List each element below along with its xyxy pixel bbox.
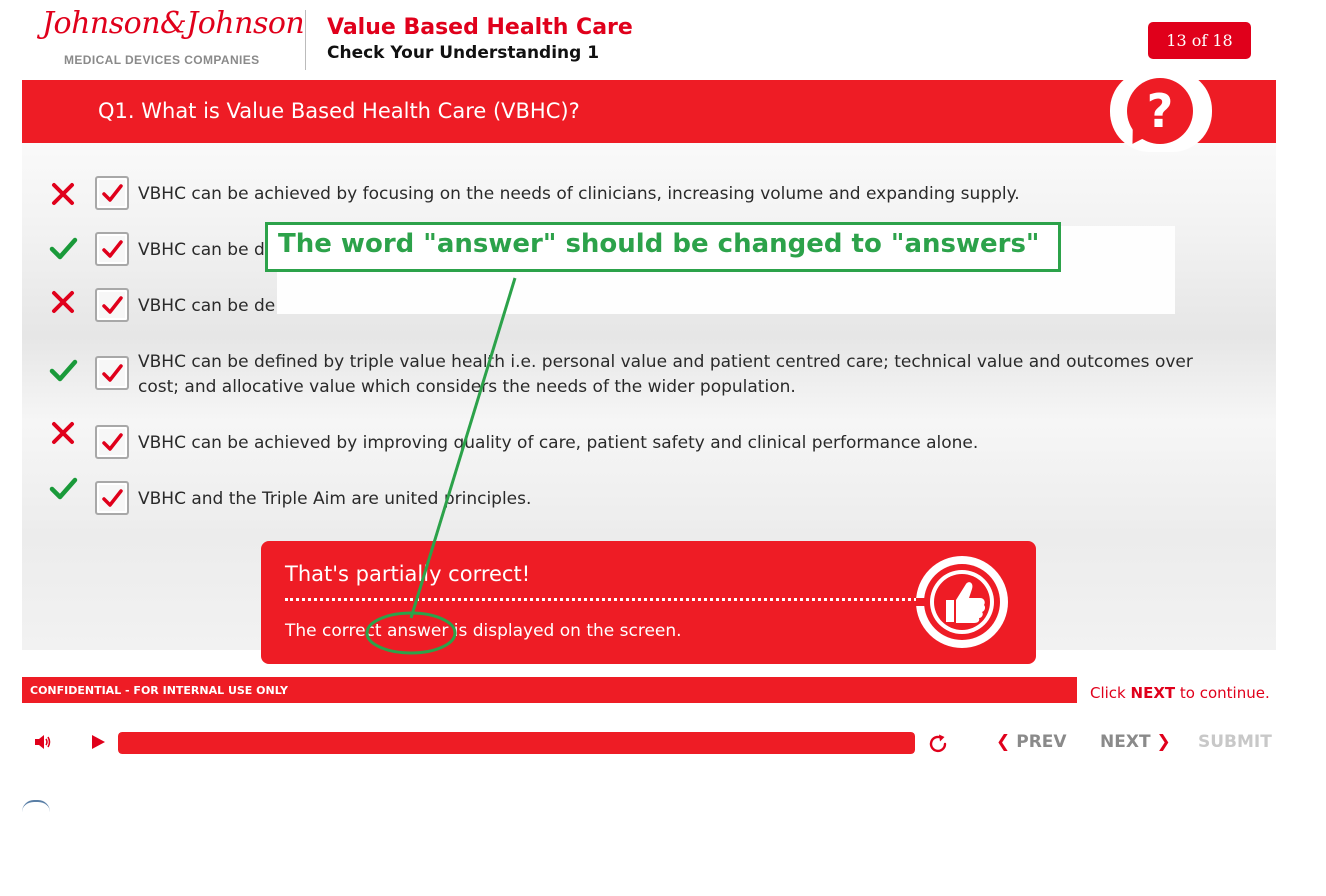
answer-checkbox[interactable] (95, 481, 129, 515)
incorrect-x-icon (52, 291, 74, 313)
checkmark-icon (102, 364, 123, 382)
play-icon[interactable] (89, 733, 107, 751)
question-mark-icon[interactable]: ? (1127, 78, 1193, 144)
answer-text: VBHC can be achieved by improving qualit… (138, 433, 979, 453)
correct-check-icon (49, 359, 78, 382)
logo-subtitle: MEDICAL DEVICES COMPANIES (64, 53, 260, 67)
prev-button[interactable]: ❮ PREV (996, 732, 1067, 752)
confidential-label: CONFIDENTIAL - FOR INTERNAL USE ONLY (30, 684, 288, 697)
question-text: Q1. What is Value Based Health Care (VBH… (98, 99, 580, 123)
logo-wordmark: Johnson&Johnson (42, 6, 305, 41)
answer-text: VBHC can be achieved by focusing on the … (138, 184, 1020, 204)
prev-label: PREV (1016, 732, 1067, 752)
answer-checkbox[interactable] (95, 425, 129, 459)
answer-text: VBHC and the Triple Aim are united princ… (138, 489, 532, 509)
correct-check-icon (49, 237, 78, 260)
brand-logo: Johnson&Johnson MEDICAL DEVICES COMPANIE… (40, 6, 305, 72)
answer-checkbox[interactable] (95, 232, 129, 266)
continue-hint: Click NEXT to continue. (1090, 684, 1270, 702)
answer-checkbox[interactable] (95, 288, 129, 322)
submit-button[interactable]: SUBMIT (1198, 732, 1272, 752)
checkmark-icon (102, 489, 123, 507)
checkmark-icon (102, 184, 123, 202)
submit-label: SUBMIT (1198, 732, 1272, 752)
course-title: Value Based Health Care (327, 15, 633, 40)
checkmark-icon (102, 296, 123, 314)
answer-text-line-2: cost; and allocative value which conside… (138, 377, 796, 397)
answer-text: VBHC can be de (138, 296, 276, 316)
chevron-left-icon: ❮ (996, 732, 1011, 752)
next-label: NEXT (1100, 732, 1151, 752)
feedback-body: The correct answer is displayed on the s… (285, 621, 682, 641)
answer-text-line-1: VBHC can be defined by triple value heal… (138, 352, 1193, 372)
correct-check-icon (49, 477, 78, 500)
checkmark-icon (102, 240, 123, 258)
incorrect-x-icon (52, 183, 74, 205)
answer-checkbox[interactable] (95, 356, 129, 390)
thumbs-up-icon (916, 556, 1008, 648)
answer-text: VBHC can be de (138, 240, 276, 260)
progress-fill (118, 732, 915, 754)
answer-checkbox[interactable] (95, 176, 129, 210)
header-divider (305, 10, 306, 70)
next-button[interactable]: NEXT ❯ (1100, 732, 1171, 752)
checkmark-icon (102, 433, 123, 451)
continue-suffix: to continue. (1175, 684, 1270, 702)
speaker-icon[interactable] (33, 732, 53, 752)
corner-glyph (22, 800, 50, 812)
feedback-title: That's partially correct! (285, 562, 531, 586)
annotation-comment: The word "answer" should be changed to "… (278, 229, 1040, 259)
chevron-right-icon: ❯ (1156, 732, 1171, 752)
playback-progress-bar[interactable] (118, 732, 915, 754)
page-counter: 13 of 18 (1148, 22, 1251, 59)
continue-keyword: NEXT (1130, 684, 1176, 702)
course-subtitle: Check Your Understanding 1 (327, 43, 600, 63)
incorrect-x-icon (52, 422, 74, 444)
continue-prefix: Click (1090, 684, 1131, 702)
replay-icon[interactable] (927, 733, 949, 755)
feedback-divider (285, 598, 917, 601)
